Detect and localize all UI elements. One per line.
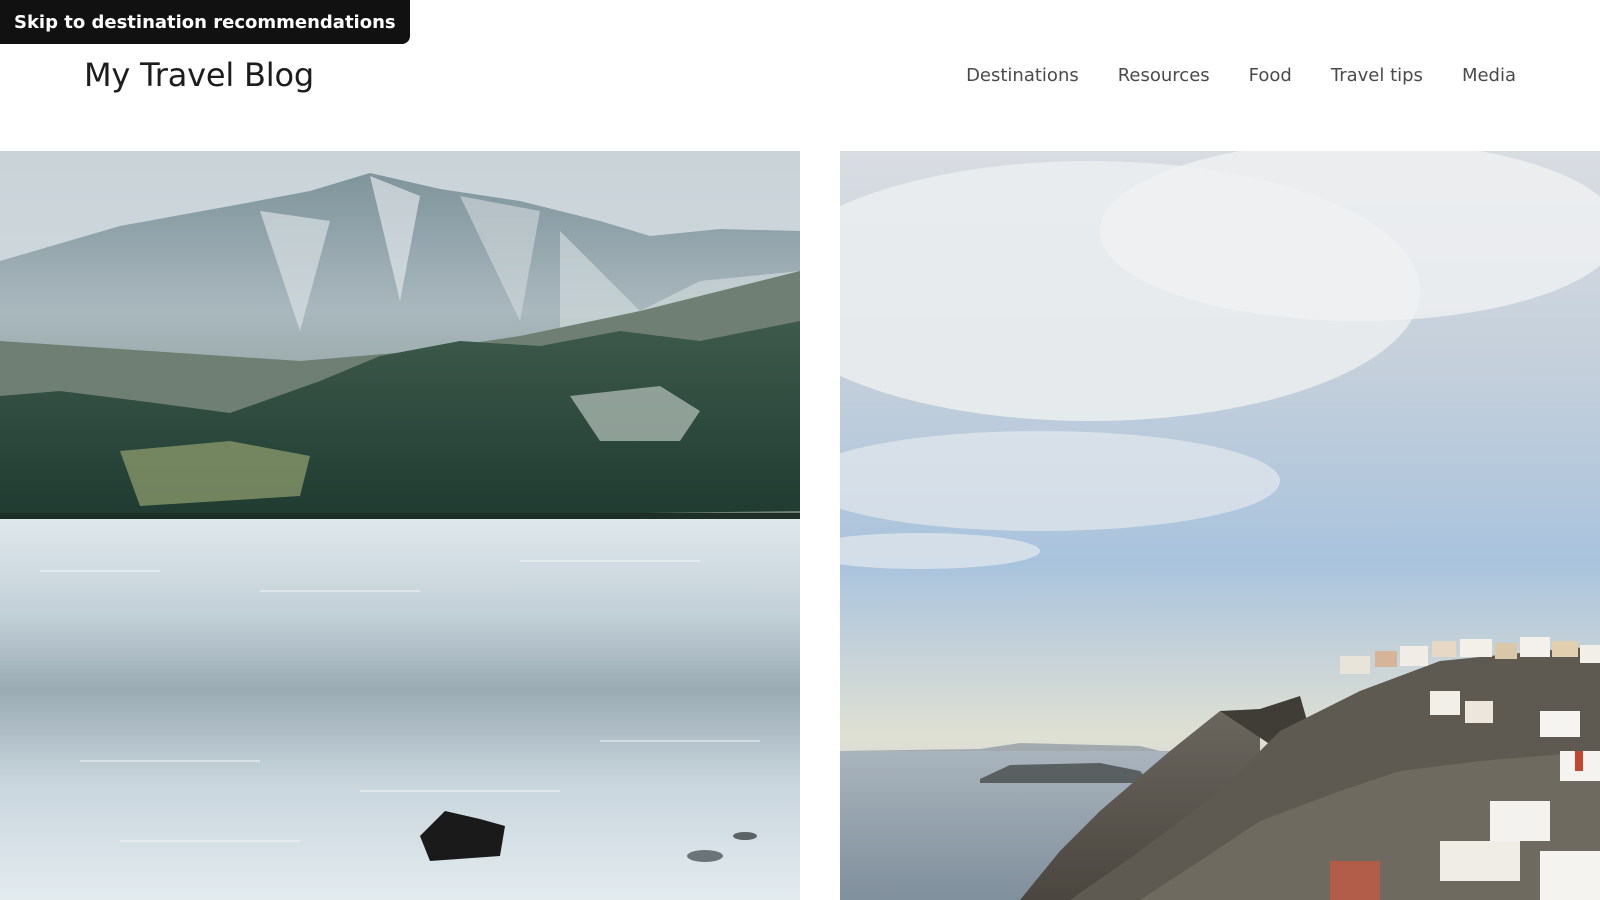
nav-item-food: Food [1249, 65, 1292, 86]
coastal-village-image [840, 151, 1600, 900]
main-nav: Destinations Resources Food Travel tips … [966, 65, 1516, 86]
mountain-lake-image [0, 151, 800, 900]
nav-item-travel-tips: Travel tips [1331, 65, 1423, 86]
nav-link-food[interactable]: Food [1249, 65, 1292, 86]
nav-link-travel-tips[interactable]: Travel tips [1331, 65, 1423, 86]
coastal-village-photo [840, 151, 1600, 900]
skip-to-destinations-link[interactable]: Skip to destination recommendations [0, 0, 410, 44]
nav-link-resources[interactable]: Resources [1118, 65, 1210, 86]
site-header: My Travel Blog Destinations Resources Fo… [0, 44, 1600, 108]
mountain-lake-photo [0, 151, 800, 900]
nav-item-media: Media [1462, 65, 1516, 86]
nav-item-resources: Resources [1118, 65, 1210, 86]
destination-gallery [0, 151, 1600, 900]
nav-link-media[interactable]: Media [1462, 65, 1516, 86]
site-title-link[interactable]: My Travel Blog [84, 56, 314, 94]
nav-item-destinations: Destinations [966, 65, 1079, 86]
nav-link-destinations[interactable]: Destinations [966, 65, 1079, 86]
